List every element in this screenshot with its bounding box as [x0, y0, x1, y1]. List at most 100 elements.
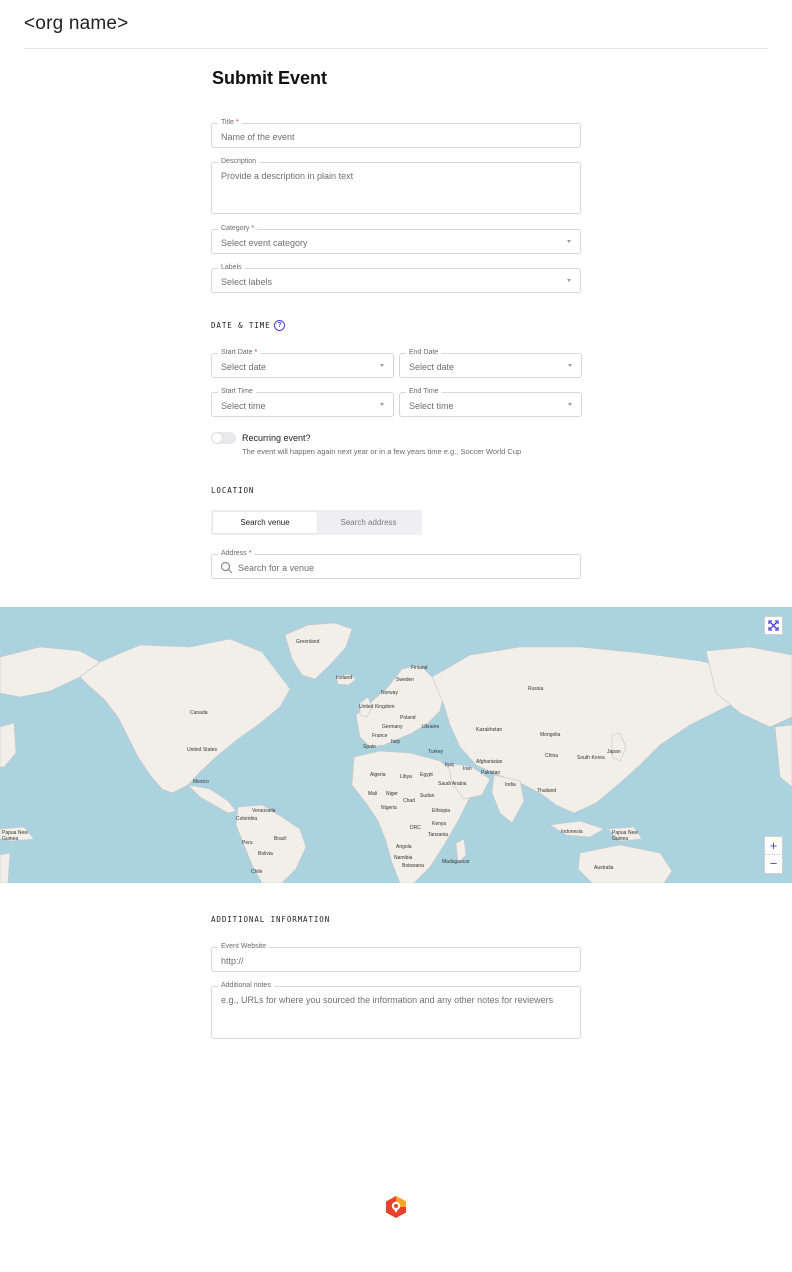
map-label: Finland: [411, 665, 428, 671]
chevron-down-icon: [568, 364, 572, 367]
title-field[interactable]: Title * Name of the event: [211, 117, 581, 148]
zoom-out-button[interactable]: −: [765, 855, 782, 873]
map-label: Pakistan: [481, 770, 501, 776]
map-label: Egypt: [420, 772, 433, 778]
map-label: Kazakhstan: [476, 727, 503, 733]
world-map[interactable]: Greenland Iceland Finland Sweden Norway …: [0, 607, 792, 883]
start-time-label: Start Time: [218, 386, 256, 398]
start-date-value: Select date: [221, 362, 267, 372]
map-label: Botswana: [402, 863, 424, 869]
end-time-label: End Time: [406, 386, 442, 398]
end-time-select[interactable]: End Time Select time: [399, 386, 582, 417]
start-date-select[interactable]: Start Date * Select date: [211, 347, 394, 378]
fullscreen-button[interactable]: [764, 616, 783, 635]
end-time-value: Select time: [409, 401, 454, 411]
start-time-value: Select time: [221, 401, 266, 411]
map-label: Afghanistan: [476, 759, 503, 765]
additional-notes-label: Additional notes: [218, 980, 274, 992]
additional-notes-field[interactable]: Additional notes e.g., URLs for where yo…: [211, 980, 581, 1039]
zoom-in-button[interactable]: +: [765, 837, 782, 855]
map-label: Colombia: [236, 816, 258, 822]
map-label: Chad: [403, 798, 415, 804]
tab-search-address[interactable]: Search address: [317, 512, 420, 533]
map-label: United States: [187, 747, 218, 753]
title-label: Title *: [218, 117, 242, 129]
address-search-input[interactable]: Search for a venue: [238, 562, 314, 574]
map-label: Italy: [391, 739, 401, 745]
category-select[interactable]: Category * Select event category: [211, 223, 581, 254]
map-label: Madagascar: [442, 859, 470, 865]
map-label: Iraq: [445, 762, 454, 768]
start-time-select[interactable]: Start Time Select time: [211, 386, 394, 417]
map-label: Mongolia: [540, 732, 561, 738]
map-label: Nigeria: [381, 805, 397, 811]
location-section-title: LOCATION: [211, 486, 255, 495]
map-label: Canada: [190, 710, 208, 716]
map-label: Niger: [386, 791, 398, 797]
map-label: Sudan: [420, 793, 435, 799]
labels-select[interactable]: Labels Select labels: [211, 262, 581, 293]
chevron-down-icon: [380, 403, 384, 406]
address-label: Address *: [218, 548, 255, 560]
event-website-field[interactable]: Event Website http://: [211, 941, 581, 972]
page-title: Submit Event: [212, 68, 328, 88]
zoom-controls: + −: [764, 836, 783, 874]
map-label: Iceland: [336, 675, 353, 681]
map-label: Papua New Guinea: [2, 830, 28, 842]
additional-notes-textarea[interactable]: e.g., URLs for where you sourced the inf…: [221, 994, 553, 1006]
map-label: Namibia: [394, 855, 413, 861]
title-input[interactable]: Name of the event: [221, 131, 295, 143]
map-label: United Kingdom: [359, 704, 395, 710]
location-mode-tabs: Search venue Search address: [211, 510, 422, 535]
map-label: Greenland: [296, 639, 320, 645]
map-label: France: [372, 733, 388, 739]
map-label: Saudi Arabia: [438, 781, 467, 787]
help-icon[interactable]: ?: [274, 320, 285, 331]
map-label: Norway: [381, 690, 398, 696]
map-label: Ethiopia: [432, 808, 451, 814]
end-date-select[interactable]: End Date Select date: [399, 347, 582, 378]
map-label: Venezuela: [252, 808, 276, 814]
description-field[interactable]: Description Provide a description in pla…: [211, 156, 581, 214]
recurring-toggle[interactable]: [211, 432, 236, 444]
map-label: Chile: [251, 869, 263, 875]
fullscreen-icon: [768, 620, 779, 631]
org-name[interactable]: <org name>: [24, 13, 128, 35]
brand-logo-icon: [386, 1196, 406, 1218]
map-label: Sweden: [396, 677, 415, 683]
event-website-label: Event Website: [218, 941, 270, 953]
tab-search-venue[interactable]: Search venue: [213, 512, 317, 533]
toggle-knob: [212, 433, 222, 443]
map-label: Indonesia: [561, 829, 583, 835]
map-label: Germany: [382, 724, 403, 730]
event-website-input[interactable]: http://: [221, 955, 244, 967]
search-icon: [220, 561, 233, 574]
chevron-down-icon: [568, 403, 572, 406]
map-label: Kenya: [432, 821, 447, 827]
map-label: Russia: [528, 686, 544, 692]
end-date-label: End Date: [406, 347, 442, 359]
labels-value: Select labels: [221, 277, 273, 287]
map-label: Spain: [363, 744, 376, 750]
address-search-field[interactable]: Address * Search for a venue: [211, 548, 581, 579]
map-label: Tanzania: [428, 832, 449, 838]
map-label: Bolivia: [258, 851, 273, 857]
map-label: Turkey: [428, 749, 444, 755]
description-textarea[interactable]: Provide a description in plain text: [221, 170, 353, 182]
map-label: Brazil: [274, 836, 287, 842]
map-label: Thailand: [537, 788, 557, 794]
chevron-down-icon: [567, 279, 571, 282]
recurring-label: Recurring event?: [242, 433, 311, 443]
map-label: China: [545, 753, 559, 759]
map-label: Australia: [594, 865, 614, 871]
map-label: Algeria: [370, 772, 386, 778]
map-label: Mali: [368, 791, 378, 797]
category-label: Category *: [218, 223, 258, 235]
additional-info-section-title: ADDITIONAL INFORMATION: [211, 915, 331, 924]
recurring-help-text: The event will happen again next year or…: [242, 447, 522, 456]
map-label: Japan: [607, 749, 621, 755]
description-label: Description: [218, 156, 260, 168]
map-label: Poland: [400, 715, 416, 721]
header: <org name>: [24, 0, 768, 49]
map-label: Papua New Guinea: [612, 830, 638, 842]
